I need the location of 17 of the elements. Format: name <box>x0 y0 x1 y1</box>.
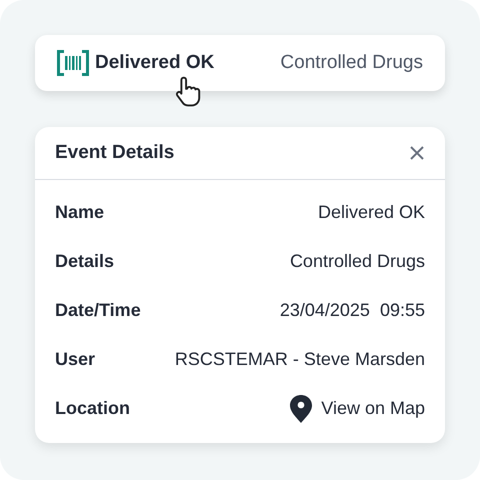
barcode-icon <box>57 50 89 76</box>
view-map-link[interactable]: View on Map <box>289 394 425 424</box>
hand-cursor-icon <box>175 75 201 107</box>
field-value: 23/04/2025 09:55 <box>280 300 425 321</box>
field-label: Name <box>55 202 104 223</box>
field-label: Details <box>55 251 114 272</box>
close-icon[interactable] <box>409 145 425 161</box>
event-details: Controlled Drugs <box>280 52 423 74</box>
field-label: Date/Time <box>55 300 141 321</box>
field-label: User <box>55 349 96 370</box>
panel-title: Event Details <box>55 142 174 164</box>
field-value: Delivered OK <box>318 202 425 223</box>
field-label: Location <box>55 398 130 419</box>
field-value: RSCSTEMAR - Steve Marsden <box>174 349 425 370</box>
field-value: Controlled Drugs <box>290 251 425 272</box>
map-pin-icon <box>289 394 314 424</box>
event-name: Delivered OK <box>95 52 214 74</box>
